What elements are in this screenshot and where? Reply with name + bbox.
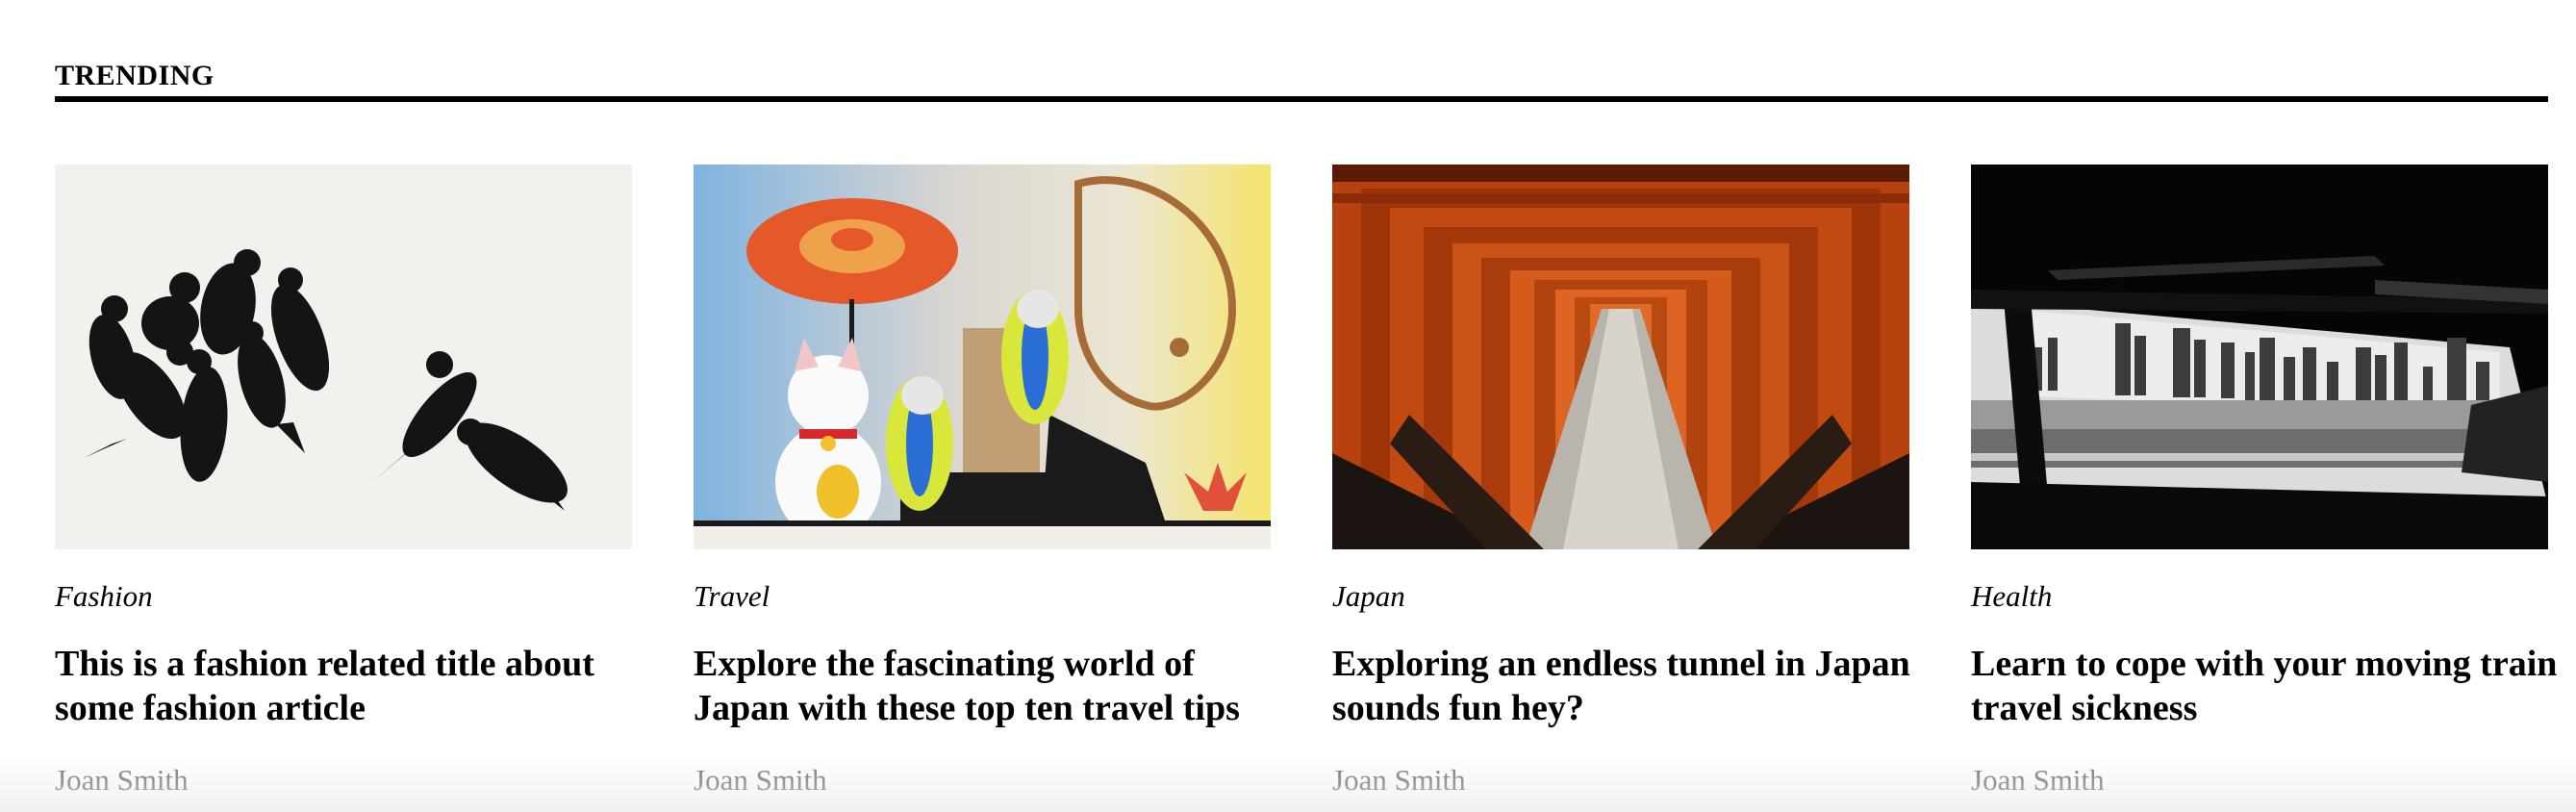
crows-painting-image	[55, 165, 632, 549]
article-category[interactable]: Health	[1971, 579, 2052, 614]
article-card[interactable]: Health Learn to cope with your moving tr…	[1971, 165, 2557, 812]
article-title[interactable]: Learn to cope with your moving train tra…	[1971, 642, 2558, 730]
section-divider	[55, 96, 2548, 102]
article-card[interactable]: Travel Explore the fascinating world of …	[694, 165, 1271, 812]
sneakers-on-rug-image	[694, 165, 1271, 549]
trending-section: TRENDING Fashion This is a fashion relat…	[55, 0, 2557, 812]
article-title[interactable]: This is a fashion related title about so…	[55, 642, 642, 730]
article-author[interactable]: Joan Smith	[1332, 763, 1466, 798]
article-thumbnail[interactable]	[1332, 165, 1909, 549]
article-author[interactable]: Joan Smith	[694, 763, 827, 798]
article-card-list: Fashion This is a fashion related title …	[55, 165, 2557, 812]
article-card[interactable]: Japan Exploring an endless tunnel in Jap…	[1332, 165, 1910, 812]
article-title[interactable]: Exploring an endless tunnel in Japan sou…	[1332, 642, 1919, 730]
article-card[interactable]: Fashion This is a fashion related title …	[55, 165, 632, 812]
article-thumbnail[interactable]	[55, 165, 632, 549]
article-category[interactable]: Fashion	[55, 579, 153, 614]
article-category[interactable]: Japan	[1332, 579, 1405, 614]
train-window-skyline-image	[1971, 165, 2548, 549]
article-thumbnail[interactable]	[1971, 165, 2548, 549]
article-thumbnail[interactable]	[694, 165, 1271, 549]
article-author[interactable]: Joan Smith	[55, 763, 189, 798]
torii-gate-tunnel-image	[1332, 165, 1909, 549]
article-author[interactable]: Joan Smith	[1971, 763, 2105, 798]
article-title[interactable]: Explore the fascinating world of Japan w…	[694, 642, 1280, 730]
article-category[interactable]: Travel	[694, 579, 770, 614]
section-title: TRENDING	[55, 60, 215, 91]
